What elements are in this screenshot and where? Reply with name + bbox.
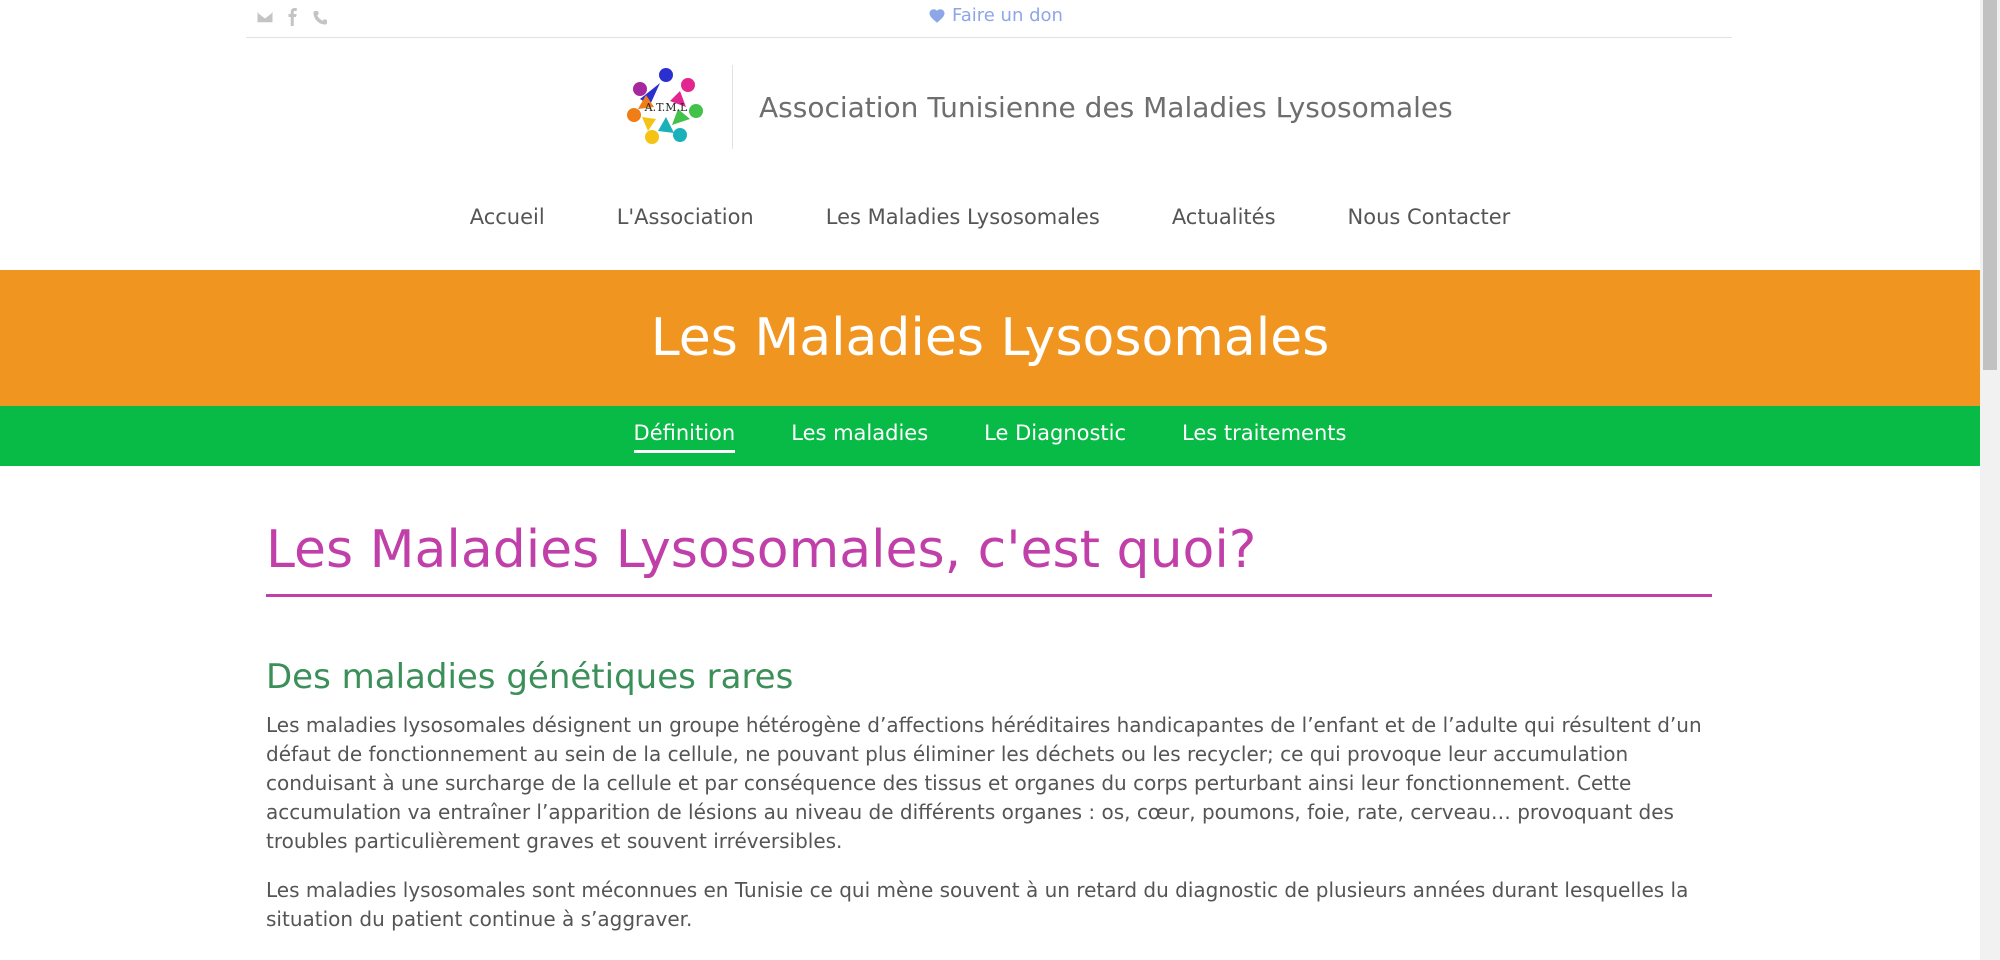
top-bar: Faire un don [246,0,1732,38]
subnav-item-definition[interactable]: Définition [633,421,735,453]
sub-nav: Définition Les maladies Le Diagnostic Le… [0,406,1980,466]
site-title[interactable]: Association Tunisienne des Maladies Lyso… [759,91,1453,124]
site-brand: A.T.M.L Association Tunisienne des Malad… [620,62,1453,152]
brand-divider [732,65,733,149]
main-content: Les Maladies Lysosomales, c'est quoi? De… [266,520,1712,954]
envelope-icon[interactable] [256,8,274,26]
subnav-item-les-maladies[interactable]: Les maladies [791,421,928,451]
page-title: Les Maladies Lysosomales, c'est quoi? [266,520,1712,597]
main-nav: Accueil L'Association Les Maladies Lysos… [0,205,1980,229]
heart-icon [929,8,945,23]
scrollbar-thumb[interactable] [1983,0,1997,370]
page-scrollbar[interactable] [1980,0,2000,960]
paragraph: Les maladies lysosomales sont méconnues … [266,878,1689,931]
nav-item-nous-contacter[interactable]: Nous Contacter [1348,205,1511,229]
page-banner: Les Maladies Lysosomales [0,270,1980,406]
contact-icons [256,8,330,26]
nav-item-accueil[interactable]: Accueil [470,205,545,229]
donate-link[interactable]: Faire un don [928,5,1063,26]
svg-text:A.T.M.L: A.T.M.L [644,101,688,114]
banner-title: Les Maladies Lysosomales [650,308,1330,368]
phone-icon[interactable] [312,8,330,26]
nav-item-association[interactable]: L'Association [617,205,754,229]
subnav-item-les-traitements[interactable]: Les traitements [1182,421,1346,451]
paragraph: Les maladies lysosomales désignent un gr… [266,713,1702,853]
atml-logo[interactable]: A.T.M.L [620,61,712,153]
nav-item-actualites[interactable]: Actualités [1172,205,1276,229]
facebook-icon[interactable] [284,8,302,26]
nav-item-maladies-lysosomales[interactable]: Les Maladies Lysosomales [826,205,1100,229]
section-title: Des maladies génétiques rares [266,657,794,697]
donate-label: Faire un don [952,5,1063,26]
subnav-item-le-diagnostic[interactable]: Le Diagnostic [984,421,1126,451]
